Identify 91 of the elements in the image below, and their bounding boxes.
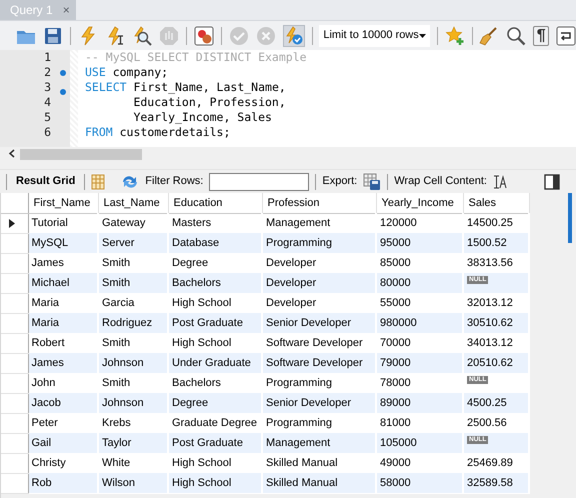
table-cell: Management	[262, 433, 376, 453]
table-cell: Software Developer	[262, 353, 376, 373]
lightning-magnifier-button[interactable]	[132, 24, 152, 46]
table-cell: Database	[168, 233, 262, 253]
table-cell: 20510.62	[467, 356, 513, 369]
filter-label: Filter Rows:	[145, 174, 204, 190]
limit-dropdown[interactable]: Limit to 10000 rows	[319, 24, 430, 46]
code-line: FROM customerdetails;	[84, 125, 232, 140]
table-cell: 95000	[376, 233, 463, 253]
table-cell: 4500.25	[467, 396, 507, 409]
table-cell: 105000	[376, 433, 463, 453]
code-line: Education, Profession,	[132, 95, 287, 110]
wrap-text-icon[interactable]	[492, 174, 507, 188]
line-number: 6	[43, 125, 52, 140]
caret-icon	[418, 34, 426, 38]
table-cell: 32013.12	[467, 296, 513, 309]
close-icon[interactable]: ×	[62, 0, 70, 18]
table-cell: 2500.56	[467, 416, 507, 429]
table-cell: Developer	[262, 273, 376, 293]
table-cell: Skilled Manual	[262, 473, 376, 493]
table-cell: Smith	[98, 273, 168, 293]
table-cell: Johnson	[98, 393, 168, 413]
wrap-button[interactable]	[556, 24, 576, 46]
grid-icon[interactable]	[91, 174, 106, 190]
star-plus-button[interactable]	[444, 24, 465, 46]
filter-field[interactable]	[209, 172, 310, 190]
table-cell: MySQL	[28, 233, 98, 253]
table-cell: 58000	[376, 473, 463, 493]
table-cell: High School	[168, 473, 262, 493]
table-cell: Senior Developer	[262, 393, 376, 413]
query-tab[interactable]: Query 1 ×	[0, 0, 76, 20]
line-number: 1	[43, 50, 52, 65]
table-cell: Taylor	[98, 433, 168, 453]
export-label: Export:	[322, 174, 358, 190]
table-cell: Post Graduate	[168, 433, 262, 453]
column-header[interactable]: Last_Name	[98, 193, 168, 213]
table-cell: James	[28, 353, 98, 373]
table-cell: Rob	[28, 473, 98, 493]
table-cell: Michael	[28, 273, 98, 293]
column-header[interactable]: Sales	[463, 193, 529, 213]
code-line: Yearly_Income, Sales	[132, 110, 273, 125]
table-cell: 79000	[376, 353, 463, 373]
table-cell: 1500.52	[467, 236, 507, 249]
table-cell: Programming	[262, 233, 376, 253]
table-cell: 80000	[376, 273, 463, 293]
wrap-label: Wrap Cell Content:	[394, 174, 487, 190]
scroll-left-icon[interactable]	[8, 149, 16, 158]
error-stop-button[interactable]	[194, 24, 214, 46]
table-cell: 32589.58	[467, 476, 513, 489]
table-cell: 25469.89	[467, 456, 513, 469]
code-line: USE company;	[84, 65, 170, 80]
line-number: 3	[43, 80, 52, 95]
broom-button[interactable]	[479, 24, 500, 46]
refresh-icon[interactable]	[121, 174, 140, 190]
table-cell: Bachelors	[168, 273, 262, 293]
code-line: -- MySQL SELECT DISTINCT Example	[84, 50, 308, 65]
table-cell: Server	[98, 233, 168, 253]
search-button[interactable]	[506, 24, 526, 46]
table-cell: Under Graduate	[168, 353, 262, 373]
table-cell: Jacob	[28, 393, 98, 413]
line-number: 2	[43, 65, 52, 80]
table-cell: Post Graduate	[168, 313, 262, 333]
table-cell: 14500.25	[467, 217, 513, 229]
current-row-icon	[9, 218, 15, 228]
table-cell: 89000	[376, 393, 463, 413]
scrollbar-thumb[interactable]	[20, 148, 142, 160]
panel-toggle-icon[interactable]	[544, 174, 560, 190]
table-cell: Johnson	[98, 353, 168, 373]
table-cell: Senior Developer	[262, 313, 376, 333]
table-cell: Rodriguez	[98, 313, 168, 333]
lightning-check-button[interactable]	[282, 24, 305, 46]
export-icon[interactable]	[363, 172, 382, 190]
column-header[interactable]: Education	[168, 193, 262, 213]
table-cell: 38313.56	[467, 256, 513, 269]
table-cell: 30510.62	[467, 316, 513, 329]
table-cell: Maria	[28, 313, 98, 333]
result-grid-tab[interactable]: Result Grid	[13, 173, 78, 190]
table-cell: 980000	[376, 313, 463, 333]
table-cell: Gail	[28, 433, 98, 453]
line-number: 4	[43, 95, 52, 110]
table-cell: Degree	[168, 393, 262, 413]
code-line: SELECT First_Name, Last_Name,	[84, 80, 287, 95]
pilcrow-button[interactable]: ¶	[533, 26, 549, 46]
scrollbar-thumb[interactable]	[568, 193, 572, 243]
table-cell: Wilson	[98, 473, 168, 493]
column-header[interactable]: First_Name	[28, 193, 98, 213]
line-number: 5	[43, 110, 52, 125]
column-header[interactable]: Yearly_Income	[376, 193, 463, 213]
table-cell: 34013.12	[467, 336, 513, 349]
row-header[interactable]	[1, 213, 28, 233]
column-header[interactable]: Profession	[262, 193, 376, 213]
